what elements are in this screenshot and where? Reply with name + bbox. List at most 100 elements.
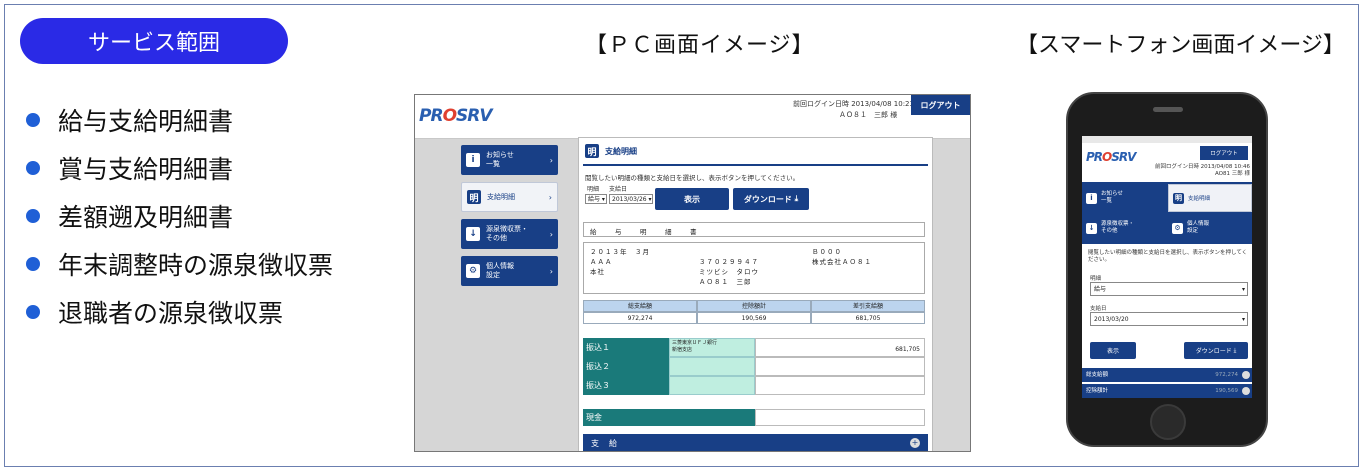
pc-side-menu: i お知らせ 一覧 › 明支給明細 › ↓ 源泉徴収票・ その他 › ⚙ 個人情報 設定 › [461, 145, 558, 293]
menu-item-label: 個人情報 設定 [486, 262, 514, 279]
home-button[interactable] [1150, 404, 1186, 440]
bank-cell [669, 376, 755, 395]
bank-cell [669, 357, 755, 376]
login-info: 前回ログイン日時 2013/04/08 10:46 AO81 三郎 様 [1152, 164, 1250, 178]
title-divider [583, 164, 928, 166]
cash-label: 現金 [583, 409, 755, 426]
menu-item-label: 個人情報 設定 [1187, 221, 1210, 234]
smartphone-image-heading: 【スマートフォン画面イメージ】 [1016, 33, 1345, 58]
date-select[interactable]: 2013/03/26 ▾ [609, 194, 653, 204]
date-label: 支給日 [609, 186, 628, 193]
bullet-dot-icon [26, 161, 40, 175]
pc-main-panel: 明支給明細 閲覧したい明細の種類と支給日を選択し、表示ボタンを押してください。 … [578, 137, 933, 451]
employee-name: ＡＯ８１ 三郎 [699, 278, 752, 286]
summary-header: 差引支給額 [811, 300, 925, 312]
chevron-right-icon: › [548, 192, 552, 202]
chevron-right-icon: › [549, 266, 553, 276]
type-label: 明細 [1090, 276, 1102, 282]
date-label: 支給日 [1090, 306, 1107, 312]
page-title: 明支給明細 [585, 144, 637, 158]
transfer-label: 振込２ [583, 357, 669, 376]
menu-item-label: お知らせ 一覧 [1101, 191, 1123, 204]
pc-image-heading: 【ＰＣ画面イメージ】 [585, 33, 815, 58]
chevron-right-icon: › [549, 155, 553, 165]
company-name: 株式会社ＡＯ８１ [812, 258, 872, 266]
pc-screen: PROSRV 前回ログイン日時 2013/04/08 10:23 ＡＯ８１ 三郎… [414, 94, 971, 452]
menu-item-label: 源泉徴収票・ その他 [486, 225, 528, 242]
pc-header: PROSRV 前回ログイン日時 2013/04/08 10:23 ＡＯ８１ 三郎… [415, 95, 970, 139]
bullet-dot-icon [26, 257, 40, 271]
employee-info: ２０１３年 ３月 ＡＡＡ 本社 ３７０２９９４７ ミツビシ タロウ ＡＯ８１ 三… [583, 242, 925, 294]
menu-item-withholding[interactable]: ↓ 源泉徴収票・ その他 › [461, 219, 558, 249]
menu-item-notices[interactable]: i お知らせ 一覧 [1082, 184, 1166, 212]
service-item-label: 差額遡及明細書 [58, 203, 234, 232]
instruction-text: 閲覧したい明細の種類と支給日を選択し、表示ボタンを押してください。 [585, 174, 800, 182]
show-button[interactable]: 表示 [1090, 342, 1136, 359]
type-select[interactable]: 給与 ▾ [585, 194, 607, 204]
expand-plus-icon [1242, 371, 1250, 379]
menu-item-notices[interactable]: i お知らせ 一覧 › [461, 145, 558, 175]
service-list: 給与支給明細書 賞与支給明細書 差額遡及明細書 年末調整時の源泉徴収票 退職者の… [26, 96, 333, 336]
service-item-label: 賞与支給明細書 [58, 155, 234, 184]
smartphone-device: PROSRV ログアウト 前回ログイン日時 2013/04/08 10:46 A… [1066, 92, 1268, 447]
summary-value: 681,705 [811, 312, 925, 324]
transfer-amount [755, 357, 925, 376]
employee-number: ３７０２９９４７ [699, 258, 759, 266]
bullet-dot-icon [26, 209, 40, 223]
menu-item-personal-settings[interactable]: ⚙ 個人情報 設定 [1168, 214, 1252, 242]
payslip-icon: 明 [585, 144, 599, 158]
cash-value [755, 409, 925, 426]
logout-button[interactable]: ログアウト [1200, 146, 1248, 160]
dept-code: Ｂ０００ [812, 248, 842, 256]
bullet-dot-icon [26, 305, 40, 319]
chevron-down-icon: ▾ [1241, 316, 1245, 323]
menu-item-withholding[interactable]: ↓ 源泉徴収票・ その他 [1082, 214, 1166, 242]
chevron-right-icon: › [549, 229, 553, 239]
chevron-down-icon: ▾ [1241, 286, 1245, 293]
logout-button[interactable]: ログアウト [911, 95, 970, 115]
instruction-text: 閲覧したい明細の種類と支給日を選択し、表示ボタンを押してください。 [1088, 250, 1248, 263]
download-button[interactable]: ダウンロード ⤓ [1184, 342, 1248, 359]
speaker-slot [1153, 107, 1183, 112]
user-name: AO81 三郎 様 [1215, 171, 1250, 177]
info-icon: i [1086, 192, 1097, 204]
summary-row[interactable]: 総支給額 972,274 [1082, 368, 1252, 382]
office-name: 本社 [590, 268, 605, 276]
menu-item-label: 源泉徴収票・ その他 [1101, 221, 1135, 234]
service-item-label: 年末調整時の源泉徴収票 [58, 251, 334, 280]
summary-value: 190,569 [697, 312, 811, 324]
prosrv-logo: PROSRV [1086, 150, 1136, 164]
pay-period: ２０１３年 ３月 [590, 248, 650, 256]
summary-row[interactable]: 控除額計 190,569 [1082, 384, 1252, 398]
service-item: 年末調整時の源泉徴収票 [26, 240, 333, 288]
type-select[interactable]: 給与 ▾ [1090, 282, 1248, 296]
date-select[interactable]: 2013/03/20 ▾ [1090, 312, 1248, 326]
menu-item-label: お知らせ 一覧 [486, 151, 514, 168]
company-code: ＡＡＡ [590, 258, 613, 266]
menu-item-personal-settings[interactable]: ⚙ 個人情報 設定 › [461, 256, 558, 286]
show-button[interactable]: 表示 [655, 188, 729, 210]
transfer-label: 振込３ [583, 376, 669, 395]
menu-item-payslip[interactable]: 明支給明細 › [461, 182, 558, 212]
type-label: 明細 [587, 186, 600, 193]
download-icon: ⤓ [1233, 346, 1237, 354]
gear-icon: ⚙ [466, 264, 480, 278]
summary-header: 総支給額 [583, 300, 697, 312]
menu-item-label: 支給明細 [1188, 196, 1211, 202]
status-bar [1082, 136, 1252, 143]
download-button[interactable]: ダウンロード ⤓ [733, 188, 809, 210]
payment-section-bar[interactable]: 支給 + [583, 434, 928, 451]
menu-item-payslip[interactable]: 明支給明細 [1168, 184, 1252, 212]
service-item-label: 給与支給明細書 [58, 107, 234, 136]
service-item-label: 退職者の源泉徴収票 [58, 299, 284, 328]
payslip-icon: 明 [1173, 192, 1184, 204]
bullet-dot-icon [26, 113, 40, 127]
prosrv-logo: PROSRV [419, 106, 493, 126]
sp-menu-grid: i お知らせ 一覧 明支給明細 ↓ 源泉徴収票・ その他 ⚙ 個人情報 設定 [1082, 182, 1252, 244]
menu-item-label: 支給明細 [487, 192, 515, 201]
service-item: 退職者の源泉徴収票 [26, 288, 333, 336]
service-item: 給与支給明細書 [26, 96, 333, 144]
summary-value: 972,274 [583, 312, 697, 324]
transfer-amount: 681,705 [755, 338, 925, 357]
expand-plus-icon[interactable]: + [910, 438, 920, 448]
